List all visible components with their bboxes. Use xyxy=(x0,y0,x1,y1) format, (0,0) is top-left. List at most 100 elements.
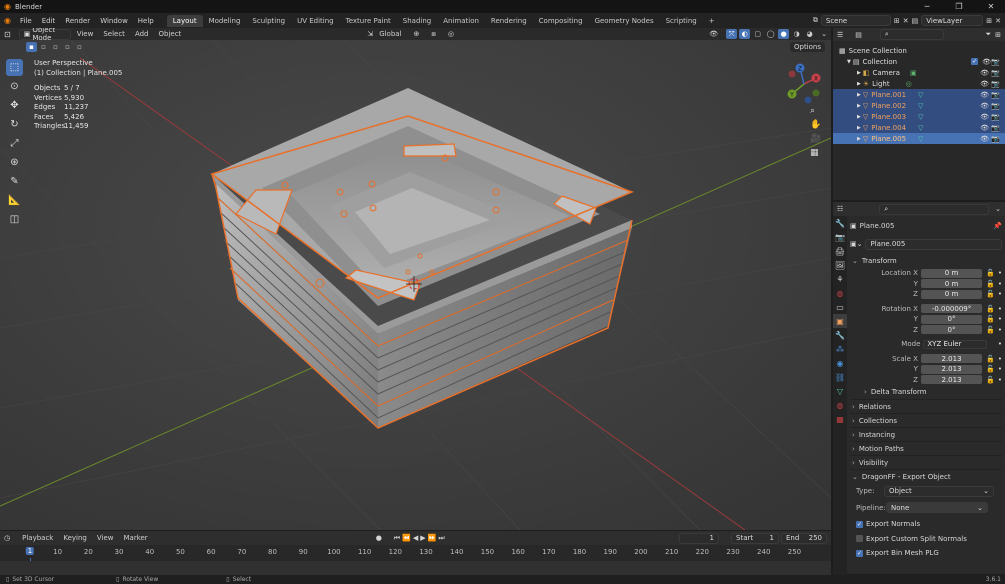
export-split-normals-checkbox[interactable] xyxy=(856,535,863,542)
export-type-select[interactable]: Object ⌄ xyxy=(884,485,994,497)
outliner-item-plane-001[interactable]: ▶ ▽ Plane.001 ▽ 👁 📷 xyxy=(833,89,1005,100)
eye-icon[interactable]: 👁 xyxy=(980,80,989,88)
select-intersect-icon[interactable]: ▫ xyxy=(74,42,85,52)
outliner-scene-collection[interactable]: ▦ Scene Collection xyxy=(833,45,1005,56)
texture-tab-icon[interactable]: ▦ xyxy=(833,412,847,426)
tab-sculpting[interactable]: Sculpting xyxy=(246,15,291,27)
tab-scripting[interactable]: Scripting xyxy=(660,15,703,27)
modifier-tab-icon[interactable]: 🔧 xyxy=(833,328,847,342)
pipeline-select[interactable]: None ⌄ xyxy=(886,502,988,513)
object-tab-icon[interactable]: ▣ xyxy=(833,314,847,328)
keyframe-dot-icon[interactable]: • xyxy=(998,269,1002,277)
world-tab-icon[interactable]: ◍ xyxy=(833,286,847,300)
rotate-tool-icon[interactable]: ↻ xyxy=(6,116,23,133)
visibility-section[interactable]: › Visibility xyxy=(850,455,1002,469)
outliner-editor-icon[interactable]: ☰ xyxy=(837,31,843,39)
select-subtract-icon[interactable]: ▫ xyxy=(50,42,61,52)
select-invert-icon[interactable]: ▫ xyxy=(62,42,73,52)
zoom-icon[interactable]: ⌕ xyxy=(810,106,821,116)
tab-modeling[interactable]: Modeling xyxy=(203,15,247,27)
annotate-tool-icon[interactable]: ✎ xyxy=(6,173,23,190)
new-viewlayer-icon[interactable]: ⊞ xyxy=(986,17,992,25)
viewport-menu-object[interactable]: Object xyxy=(155,30,186,38)
properties-options-icon[interactable]: ⌄ xyxy=(995,205,1001,213)
collection-tab-icon[interactable]: ▭ xyxy=(833,300,847,314)
current-frame-input[interactable]: 1 xyxy=(679,532,719,544)
mode-selector[interactable]: ▣ Object Mode xyxy=(18,28,71,42)
new-scene-icon[interactable]: ⊞ xyxy=(894,17,900,25)
menu-window[interactable]: Window xyxy=(95,17,133,25)
location-y-field[interactable]: 0 m xyxy=(920,279,983,288)
keyframe-dot-icon[interactable]: • xyxy=(998,355,1002,363)
tab-shading[interactable]: Shading xyxy=(397,15,437,27)
orientation-selector[interactable]: Global xyxy=(375,30,405,38)
frame-ruler[interactable]: 1102030405060708090100110120130140150160… xyxy=(0,547,831,575)
data-tab-icon[interactable]: ▽ xyxy=(833,384,847,398)
export-normals-row[interactable]: ✓ Export Normals xyxy=(850,517,1002,531)
rotation-x-field[interactable]: -0.000009° xyxy=(920,304,983,313)
transform-tool-icon[interactable]: ⊛ xyxy=(6,154,23,171)
keyframe-dot-icon[interactable]: • xyxy=(998,340,1002,348)
minimize-button[interactable]: ─ xyxy=(913,2,941,11)
outliner-item-plane-005[interactable]: ▶ ▽ Plane.005 ▽ 👁 📷 xyxy=(833,133,1005,144)
playhead[interactable]: 1 xyxy=(25,547,35,555)
select-box-tool-icon[interactable]: ⬚ xyxy=(6,59,23,76)
expand-icon[interactable]: ▶ xyxy=(857,92,861,98)
physics-tab-icon[interactable]: ◉ xyxy=(833,356,847,370)
render-camera-icon[interactable]: 📷 xyxy=(991,124,1000,132)
close-button[interactable]: ✕ xyxy=(977,2,1005,11)
solid-shading-icon[interactable]: ● xyxy=(778,29,790,39)
tab-layout[interactable]: Layout xyxy=(166,14,203,27)
scale-z-field[interactable]: 2.013 xyxy=(920,375,983,384)
lock-icon[interactable]: 🔓 xyxy=(986,280,995,288)
lock-icon[interactable]: 🔓 xyxy=(986,326,995,334)
menu-playback[interactable]: Playback xyxy=(18,534,57,542)
timeline-editor-icon[interactable]: ◷ xyxy=(4,534,10,542)
outliner-search-input[interactable]: ⌕ xyxy=(879,29,944,40)
add-workspace-button[interactable]: + xyxy=(703,15,721,27)
object-browse-icon[interactable]: ▣⌄ xyxy=(850,240,862,248)
rotation-mode-select[interactable]: XYZ Euler xyxy=(923,339,987,349)
lock-icon[interactable]: 🔓 xyxy=(986,365,995,373)
keyframe-dot-icon[interactable]: • xyxy=(998,315,1002,323)
tab-rendering[interactable]: Rendering xyxy=(485,15,533,27)
record-icon[interactable]: ● xyxy=(376,534,382,542)
menu-timeline-view[interactable]: View xyxy=(93,534,118,542)
editor-type-icon[interactable]: ⊡ xyxy=(4,30,11,39)
delete-viewlayer-icon[interactable]: ✕ xyxy=(995,17,1001,25)
lock-icon[interactable]: 🔓 xyxy=(986,355,995,363)
measure-tool-icon[interactable]: 📐 xyxy=(6,192,23,209)
export-bin-mesh-checkbox[interactable]: ✓ xyxy=(856,549,863,557)
pin-icon[interactable]: 📌 xyxy=(993,222,1002,230)
export-normals-checkbox[interactable]: ✓ xyxy=(856,520,863,528)
relations-section[interactable]: › Relations xyxy=(850,399,1002,413)
options-button[interactable]: Options xyxy=(789,42,825,52)
gizmo-toggle-icon[interactable]: ⤧ xyxy=(726,29,738,39)
properties-editor-icon[interactable]: ☷ xyxy=(837,205,843,213)
render-camera-icon[interactable]: 📷 xyxy=(991,102,1000,110)
3d-viewport[interactable]: ⊡ ▣ Object Mode View Select Add Object ⇲… xyxy=(0,28,831,530)
viewport-menu-view[interactable]: View xyxy=(73,30,98,38)
output-tab-icon[interactable]: 🖨 xyxy=(833,244,847,258)
menu-help[interactable]: Help xyxy=(133,17,159,25)
jump-end-icon[interactable]: ⏭ xyxy=(438,534,444,543)
shading-dropdown-icon[interactable]: ⌄ xyxy=(821,30,827,38)
tab-animation[interactable]: Animation xyxy=(437,15,485,27)
jump-start-icon[interactable]: ⏮ xyxy=(394,534,400,543)
rotation-y-field[interactable]: 0° xyxy=(920,314,983,324)
scale-y-field[interactable]: 2.013 xyxy=(920,364,983,374)
outliner-item-plane-003[interactable]: ▶ ▽ Plane.003 ▽ 👁 📷 xyxy=(833,111,1005,122)
render-camera-icon[interactable]: 📷 xyxy=(991,58,1000,66)
view-layer-tab-icon[interactable]: 🖼 xyxy=(833,258,847,272)
render-camera-icon[interactable]: 📷 xyxy=(991,113,1000,121)
render-camera-icon[interactable]: 📷 xyxy=(991,91,1000,99)
perspective-grid-icon[interactable]: ▦ xyxy=(810,148,821,158)
viewlayer-selector[interactable]: ViewLayer xyxy=(921,15,984,26)
select-new-icon[interactable]: ▪ xyxy=(26,42,37,52)
constraints-tab-icon[interactable]: ⛓ xyxy=(833,370,847,384)
material-shading-icon[interactable]: ◑ xyxy=(791,29,802,39)
render-camera-icon[interactable]: 📷 xyxy=(991,135,1000,143)
play-icon[interactable]: ▶ xyxy=(420,534,425,542)
material-tab-icon[interactable]: ◍ xyxy=(833,398,847,412)
properties-search-input[interactable]: ⌕ xyxy=(879,203,990,215)
